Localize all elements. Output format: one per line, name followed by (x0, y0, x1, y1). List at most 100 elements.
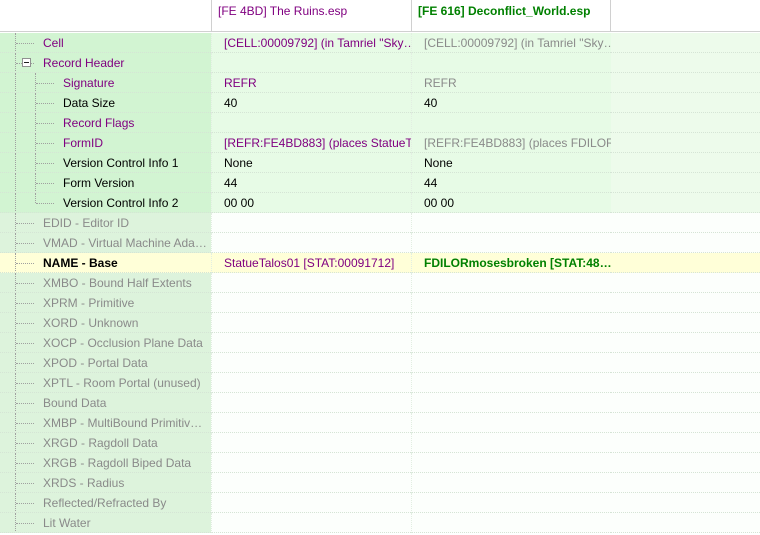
record-row[interactable]: XRDS - Radius (0, 473, 760, 493)
row-label-cell[interactable]: NAME - Base (0, 253, 211, 273)
record-row[interactable]: Record Flags (0, 113, 760, 133)
record-row[interactable]: Cell [CELL:00009792] (in Tamriel "Sky… [CE… (0, 33, 760, 53)
record-row[interactable]: Signature REFR REFR (0, 73, 760, 93)
value-cell-deconflict-world[interactable] (411, 353, 611, 373)
record-row[interactable]: XMBO - Bound Half Extents (0, 273, 760, 293)
value-cell-the-ruins[interactable]: REFR (211, 73, 411, 93)
value-cell-the-ruins[interactable]: [REFR:FE4BD883] (places StatueT… (211, 133, 411, 153)
value-cell-empty[interactable] (611, 273, 760, 293)
value-cell-empty[interactable] (611, 433, 760, 453)
value-cell-deconflict-world[interactable] (411, 113, 611, 133)
record-row[interactable]: Record Header (0, 53, 760, 73)
value-cell-empty[interactable] (611, 113, 760, 133)
value-cell-deconflict-world[interactable] (411, 433, 611, 453)
value-cell-empty[interactable] (611, 493, 760, 513)
value-cell-the-ruins[interactable] (211, 213, 411, 233)
value-cell-deconflict-world[interactable]: REFR (411, 73, 611, 93)
value-cell-deconflict-world[interactable] (411, 273, 611, 293)
value-cell-the-ruins[interactable] (211, 293, 411, 313)
value-cell-the-ruins[interactable]: StatueTalos01 [STAT:00091712] (211, 253, 411, 273)
value-cell-the-ruins[interactable] (211, 433, 411, 453)
column-header-label[interactable] (0, 0, 212, 32)
record-row[interactable]: VMAD - Virtual Machine Ada… (0, 233, 760, 253)
value-cell-empty[interactable] (611, 393, 760, 413)
value-cell-the-ruins[interactable] (211, 393, 411, 413)
column-header-empty[interactable] (611, 0, 760, 32)
collapse-toggle-icon[interactable] (22, 58, 31, 67)
value-cell-empty[interactable] (611, 73, 760, 93)
record-row[interactable]: XPOD - Portal Data (0, 353, 760, 373)
record-row[interactable]: Lit Water (0, 513, 760, 533)
row-label-cell[interactable]: Data Size (0, 93, 211, 113)
value-cell-deconflict-world[interactable]: 00 00 (411, 193, 611, 213)
value-cell-deconflict-world[interactable]: [REFR:FE4BD883] (places FDILOR… (411, 133, 611, 153)
value-cell-empty[interactable] (611, 233, 760, 253)
value-cell-deconflict-world[interactable] (411, 293, 611, 313)
value-cell-empty[interactable] (611, 373, 760, 393)
value-cell-the-ruins[interactable] (211, 353, 411, 373)
value-cell-the-ruins[interactable] (211, 333, 411, 353)
row-label-cell[interactable]: XOCP - Occlusion Plane Data (0, 333, 211, 353)
value-cell-the-ruins[interactable]: 40 (211, 93, 411, 113)
row-label-cell[interactable]: XRGD - Ragdoll Data (0, 433, 211, 453)
value-cell-the-ruins[interactable] (211, 373, 411, 393)
column-header-the-ruins[interactable]: [FE 4BD] The Ruins.esp (212, 0, 412, 32)
row-label-cell[interactable]: XRDS - Radius (0, 473, 211, 493)
value-cell-the-ruins[interactable]: [CELL:00009792] (in Tamriel "Sky… (211, 33, 411, 53)
value-cell-the-ruins[interactable] (211, 513, 411, 533)
record-row[interactable]: FormID [REFR:FE4BD883] (places StatueT… [R… (0, 133, 760, 153)
value-cell-deconflict-world[interactable] (411, 473, 611, 493)
row-label-cell[interactable]: VMAD - Virtual Machine Ada… (0, 233, 211, 253)
value-cell-deconflict-world[interactable]: 44 (411, 173, 611, 193)
value-cell-empty[interactable] (611, 153, 760, 173)
value-cell-the-ruins[interactable] (211, 313, 411, 333)
row-label-cell[interactable]: XPOD - Portal Data (0, 353, 211, 373)
record-row[interactable]: XPTL - Room Portal (unused) (0, 373, 760, 393)
value-cell-empty[interactable] (611, 53, 760, 73)
value-cell-deconflict-world[interactable] (411, 493, 611, 513)
row-label-cell[interactable]: Form Version (0, 173, 211, 193)
value-cell-empty[interactable] (611, 333, 760, 353)
record-row[interactable]: Form Version 44 44 (0, 173, 760, 193)
row-label-cell[interactable]: Lit Water (0, 513, 211, 533)
row-label-cell[interactable]: EDID - Editor ID (0, 213, 211, 233)
record-row[interactable]: XRGD - Ragdoll Data (0, 433, 760, 453)
value-cell-deconflict-world[interactable] (411, 513, 611, 533)
value-cell-the-ruins[interactable] (211, 233, 411, 253)
value-cell-the-ruins[interactable]: 00 00 (211, 193, 411, 213)
record-row[interactable]: EDID - Editor ID (0, 213, 760, 233)
row-label-cell[interactable]: XPTL - Room Portal (unused) (0, 373, 211, 393)
value-cell-the-ruins[interactable] (211, 473, 411, 493)
row-label-cell[interactable]: XPRM - Primitive (0, 293, 211, 313)
record-row[interactable]: Version Control Info 1 None None (0, 153, 760, 173)
row-label-cell[interactable]: Reflected/Refracted By (0, 493, 211, 513)
row-label-cell[interactable]: Record Flags (0, 113, 211, 133)
value-cell-deconflict-world[interactable] (411, 373, 611, 393)
value-cell-the-ruins[interactable] (211, 453, 411, 473)
value-cell-deconflict-world[interactable]: FDILORmosesbroken [STAT:48… (411, 253, 611, 273)
value-cell-deconflict-world[interactable]: None (411, 153, 611, 173)
value-cell-empty[interactable] (611, 253, 760, 273)
record-row[interactable]: Bound Data (0, 393, 760, 413)
record-row[interactable]: XRGB - Ragdoll Biped Data (0, 453, 760, 473)
value-cell-empty[interactable] (611, 33, 760, 53)
value-cell-deconflict-world[interactable] (411, 413, 611, 433)
row-label-cell[interactable]: FormID (0, 133, 211, 153)
record-row[interactable]: XPRM - Primitive (0, 293, 760, 313)
value-cell-empty[interactable] (611, 453, 760, 473)
value-cell-empty[interactable] (611, 93, 760, 113)
row-label-cell[interactable]: Bound Data (0, 393, 211, 413)
row-label-cell[interactable]: XORD - Unknown (0, 313, 211, 333)
value-cell-deconflict-world[interactable] (411, 233, 611, 253)
value-cell-empty[interactable] (611, 193, 760, 213)
value-cell-deconflict-world[interactable]: 40 (411, 93, 611, 113)
value-cell-empty[interactable] (611, 473, 760, 493)
value-cell-empty[interactable] (611, 133, 760, 153)
value-cell-the-ruins[interactable] (211, 273, 411, 293)
value-cell-the-ruins[interactable] (211, 53, 411, 73)
value-cell-empty[interactable] (611, 213, 760, 233)
value-cell-empty[interactable] (611, 313, 760, 333)
record-row[interactable]: XOCP - Occlusion Plane Data (0, 333, 760, 353)
value-cell-empty[interactable] (611, 293, 760, 313)
column-header-deconflict-world[interactable]: [FE 616] Deconflict_World.esp (412, 0, 611, 32)
